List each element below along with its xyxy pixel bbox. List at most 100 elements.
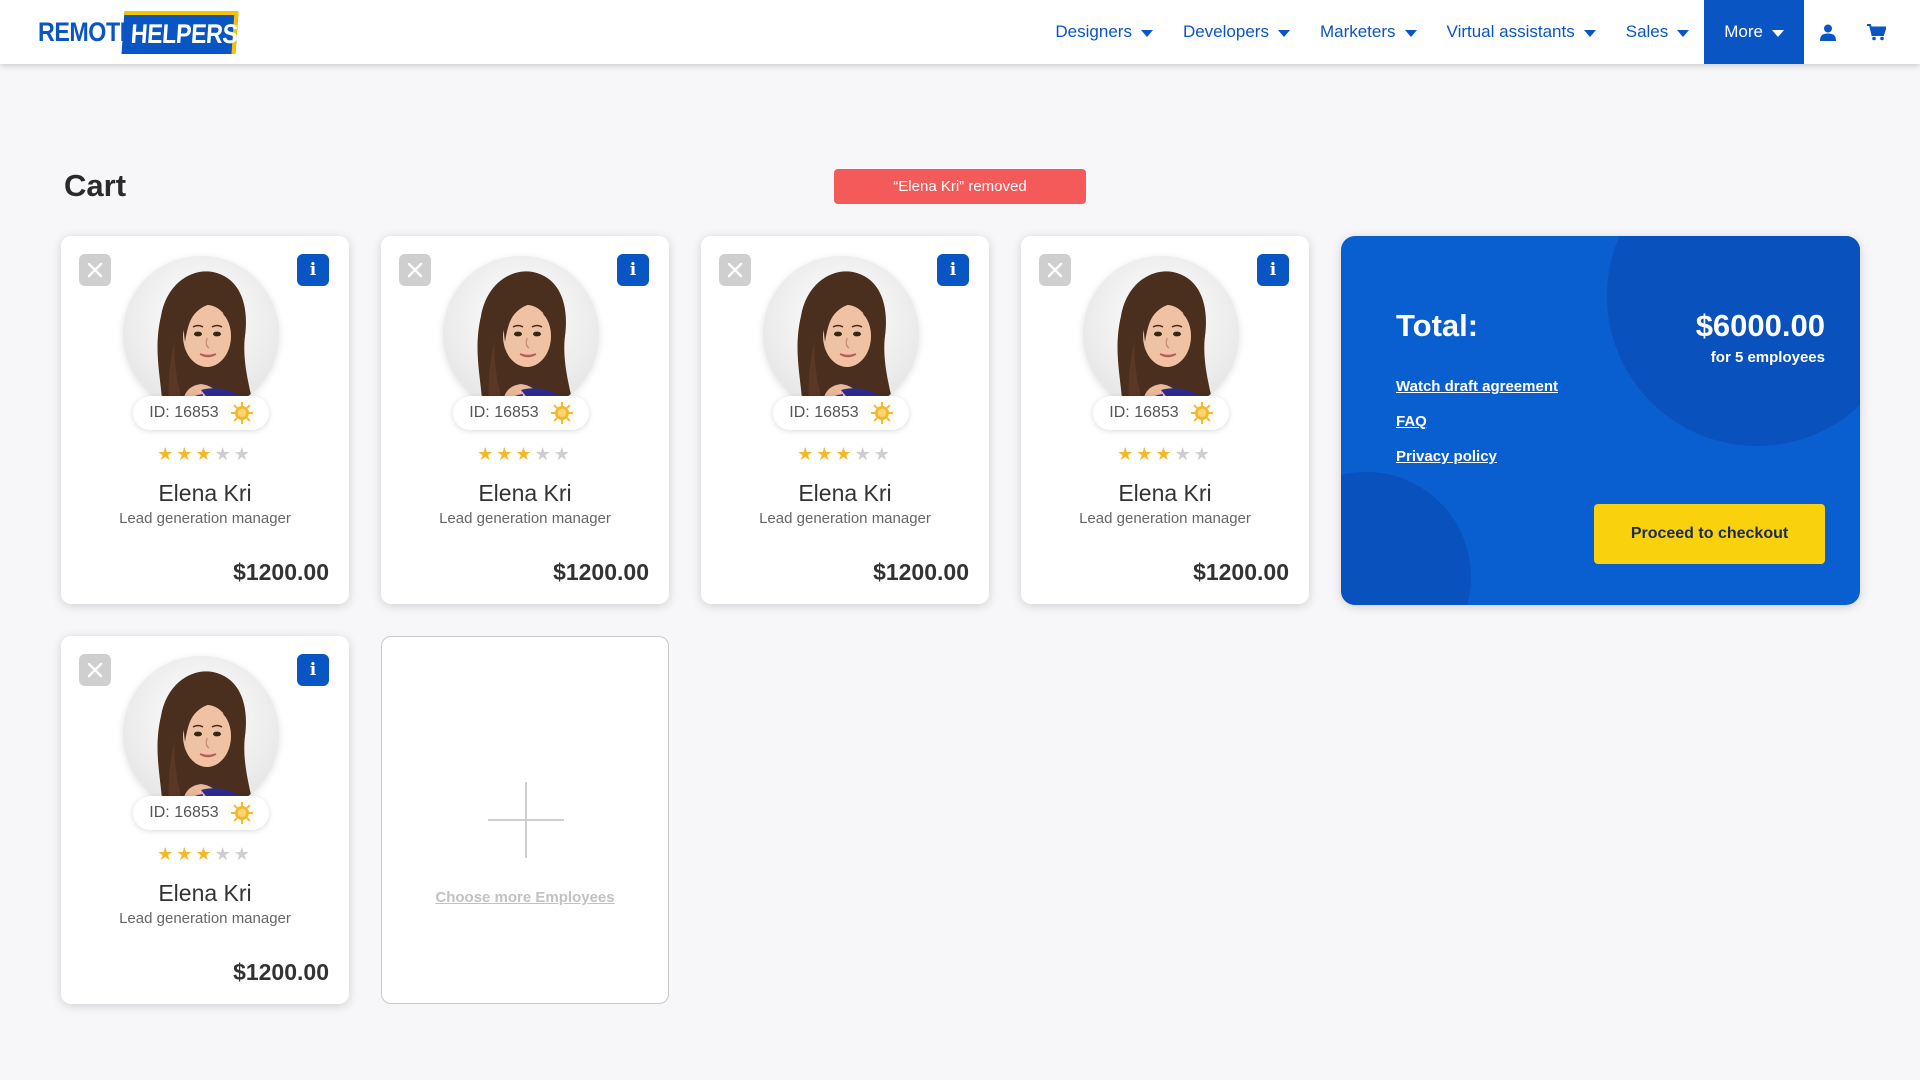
nav-more[interactable]: More xyxy=(1704,0,1804,64)
remove-employee-button[interactable] xyxy=(399,254,431,286)
nav-label: Designers xyxy=(1055,22,1132,41)
remove-employee-button[interactable] xyxy=(719,254,751,286)
employee-id-badge: ID: 16853 xyxy=(133,796,269,830)
main-nav: Designers Developers Marketers Virtual a… xyxy=(1040,0,1920,64)
employee-card[interactable]: i ID: 16853 ★★★★★ Elena Kri Lead generat… xyxy=(1021,236,1309,604)
star-icon: ★ xyxy=(214,444,234,464)
star-icon: ★ xyxy=(553,444,573,464)
remove-employee-button[interactable] xyxy=(79,654,111,686)
star-icon: ★ xyxy=(176,844,196,864)
rating-stars: ★★★★★ xyxy=(701,444,989,465)
employee-name: Elena Kri xyxy=(158,480,252,506)
chevron-down-icon xyxy=(1404,29,1417,37)
star-icon: ★ xyxy=(214,844,234,864)
remove-employee-button[interactable] xyxy=(1039,254,1071,286)
site-logo[interactable]: REMOTE HELPERS xyxy=(38,9,239,55)
employee-price: $1200.00 xyxy=(233,559,329,585)
employee-id: ID: 16853 xyxy=(149,404,219,421)
close-icon xyxy=(87,262,103,278)
nav-sales[interactable]: Sales xyxy=(1611,0,1705,64)
logo-word-helpers: HELPERS xyxy=(121,10,239,54)
employee-id-badge: ID: 16853 xyxy=(453,396,589,430)
star-icon: ★ xyxy=(1174,444,1194,464)
watch-draft-agreement-link[interactable]: Watch draft agreement xyxy=(1396,378,1558,395)
nav-label: Developers xyxy=(1182,22,1269,41)
nav-label: Marketers xyxy=(1319,22,1396,41)
decorative-circle xyxy=(1341,472,1471,605)
star-icon: ★ xyxy=(1117,444,1137,464)
employee-role: Lead generation manager xyxy=(119,510,291,527)
employee-id: ID: 16853 xyxy=(789,404,859,421)
faq-link[interactable]: FAQ xyxy=(1396,413,1427,430)
employee-price: $1200.00 xyxy=(553,559,649,585)
employee-id: ID: 16853 xyxy=(149,804,219,821)
star-icon: ★ xyxy=(157,844,177,864)
star-icon: ★ xyxy=(195,844,215,864)
employee-id-badge: ID: 16853 xyxy=(1093,396,1229,430)
info-icon: i xyxy=(629,260,637,280)
star-icon: ★ xyxy=(233,444,253,464)
cart-summary-panel: Total: $6000.00 for 5 employees Watch dr… xyxy=(1341,236,1860,605)
employee-card[interactable]: i ID: 16853 ★★★★★ Elena Kri Lead generat… xyxy=(381,236,669,604)
privacy-policy-link[interactable]: Privacy policy xyxy=(1396,448,1497,465)
info-button[interactable]: i xyxy=(297,254,329,286)
employee-card[interactable]: i ID: 16853 ★★★★★ Elena Kri Lead generat… xyxy=(701,236,989,604)
removed-toast: “Elena Kri” removed xyxy=(834,169,1086,204)
employee-card[interactable]: i ID: 16853 ★★★★★ Elena Kri Lead generat… xyxy=(61,236,349,604)
rating-stars: ★★★★★ xyxy=(1021,444,1309,465)
info-button[interactable]: i xyxy=(297,654,329,686)
total-label: Total: xyxy=(1396,308,1479,343)
sun-badge-icon xyxy=(230,802,253,824)
info-button[interactable]: i xyxy=(1257,254,1289,286)
star-icon: ★ xyxy=(873,444,893,464)
info-icon: i xyxy=(1269,260,1277,280)
employee-name: Elena Kri xyxy=(158,880,252,906)
star-icon: ★ xyxy=(233,844,253,864)
star-icon: ★ xyxy=(1193,444,1213,464)
cart-icon[interactable] xyxy=(1852,0,1900,64)
employee-id-badge: ID: 16853 xyxy=(773,396,909,430)
nav-designers[interactable]: Designers xyxy=(1040,0,1168,64)
employee-id-badge: ID: 16853 xyxy=(133,396,269,430)
info-icon: i xyxy=(949,260,957,280)
chevron-down-icon xyxy=(1583,29,1596,37)
close-icon xyxy=(1047,262,1063,278)
employee-role: Lead generation manager xyxy=(119,910,291,927)
info-button[interactable]: i xyxy=(937,254,969,286)
chevron-down-icon xyxy=(1277,29,1290,37)
rating-stars: ★★★★★ xyxy=(381,444,669,465)
logo-word-remote: REMOTE xyxy=(38,16,135,47)
star-icon: ★ xyxy=(195,444,215,464)
star-icon: ★ xyxy=(515,444,535,464)
sun-badge-icon xyxy=(870,402,893,424)
star-icon: ★ xyxy=(797,444,817,464)
employee-id: ID: 16853 xyxy=(469,404,539,421)
employee-card[interactable]: i ID: 16853 ★★★★★ Elena Kri Lead generat… xyxy=(61,636,349,1004)
rating-stars: ★★★★★ xyxy=(61,844,349,865)
employee-price: $1200.00 xyxy=(873,559,969,585)
close-icon xyxy=(87,662,103,678)
proceed-to-checkout-button[interactable]: Proceed to checkout xyxy=(1594,504,1825,564)
star-icon: ★ xyxy=(534,444,554,464)
remove-employee-button[interactable] xyxy=(79,254,111,286)
info-icon: i xyxy=(309,660,317,680)
chevron-down-icon xyxy=(1772,29,1784,37)
employee-name: Elena Kri xyxy=(1118,480,1212,506)
nav-virtual-assistants[interactable]: Virtual assistants xyxy=(1432,0,1611,64)
employee-price: $1200.00 xyxy=(1193,559,1289,585)
employee-avatar xyxy=(443,256,599,412)
sun-badge-icon xyxy=(230,402,253,424)
employee-avatar xyxy=(123,256,279,412)
user-icon[interactable] xyxy=(1804,0,1852,64)
nav-marketers[interactable]: Marketers xyxy=(1305,0,1432,64)
choose-more-employees-link[interactable]: Choose more Employees xyxy=(382,889,668,906)
star-icon: ★ xyxy=(1136,444,1156,464)
info-button[interactable]: i xyxy=(617,254,649,286)
nav-developers[interactable]: Developers xyxy=(1168,0,1305,64)
employee-role: Lead generation manager xyxy=(1079,510,1251,527)
page-title: Cart xyxy=(64,168,127,203)
star-icon: ★ xyxy=(816,444,836,464)
employee-name: Elena Kri xyxy=(478,480,572,506)
star-icon: ★ xyxy=(496,444,516,464)
choose-more-employees-card[interactable]: Choose more Employees xyxy=(381,636,669,1004)
